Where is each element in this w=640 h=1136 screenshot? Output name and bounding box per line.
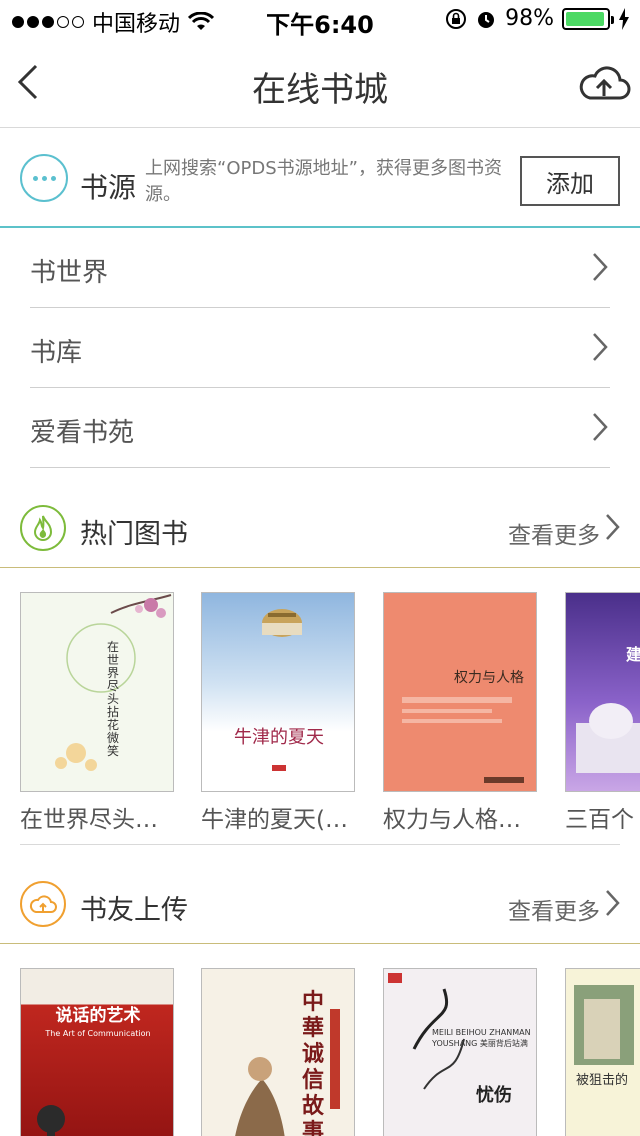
list-item-shuku[interactable]: 书库 — [30, 308, 610, 388]
book-source-panel: 书源 上网搜索“OPDS书源地址”，获得更多图书资源。 添加 — [0, 128, 640, 228]
chevron-right-icon — [593, 333, 608, 361]
flame-icon — [20, 505, 66, 551]
user-upload-header: 书友上传 查看更多 — [0, 864, 640, 944]
book-card[interactable]: 说话的艺术 The Art of Communication — [20, 968, 174, 1136]
chevron-right-icon — [593, 253, 608, 281]
book-cover-title: 牛津的夏天 — [234, 727, 324, 748]
hot-books-row: 在世界尽头 拈花微笑 在世界尽头… 牛津的夏天 牛津的夏天(… 权力与人格 权力… — [0, 592, 640, 842]
page-title: 在线书城 — [252, 70, 388, 110]
book-cover[interactable]: 权力与人格 — [383, 592, 537, 792]
book-title: 三百个 — [565, 807, 634, 833]
list-item-label: 书库 — [30, 338, 83, 368]
book-card[interactable]: MEILI BEIHOU ZHANMAN YOUSHANG 美丽背后站满 忧伤 — [383, 968, 537, 1136]
book-cover-title: 权力与人格 — [454, 670, 524, 686]
list-item-aikanshuyuan[interactable]: 爱看书苑 — [30, 388, 610, 468]
book-cover[interactable]: MEILI BEIHOU ZHANMAN YOUSHANG 美丽背后站满 忧伤 — [383, 968, 537, 1136]
orientation-lock-icon — [446, 8, 467, 29]
cloud-upload-icon — [20, 881, 66, 927]
source-description: 上网搜索“OPDS书源地址”，获得更多图书资源。 — [145, 158, 502, 205]
book-cover[interactable]: 建 — [565, 592, 640, 792]
book-cover-title: 被狙击的 — [576, 1073, 629, 1088]
book-title: 权力与人格… — [383, 807, 521, 833]
add-source-button[interactable]: 添加 — [520, 156, 620, 206]
section-title: 热门图书 — [80, 519, 188, 550]
alarm-icon — [478, 11, 495, 28]
see-more-link[interactable]: 查看更多 — [508, 892, 600, 926]
chevron-right-icon[interactable] — [604, 888, 622, 918]
nav-bar: 在线书城 — [0, 40, 640, 128]
more-dots-icon — [20, 154, 68, 202]
book-card[interactable]: 被狙击的 — [565, 968, 640, 1136]
cloud-upload-button[interactable] — [576, 62, 632, 102]
book-cover[interactable]: 被狙击的 — [565, 968, 640, 1136]
upload-books-row: 说话的艺术 The Art of Communication 中華 诚信 故事 — [0, 968, 640, 1136]
book-card[interactable]: 建 三百个 — [565, 592, 640, 842]
book-title: 牛津的夏天(… — [201, 807, 348, 833]
source-title: 书源 — [80, 171, 137, 204]
list-item-label: 爱看书苑 — [30, 418, 135, 448]
book-cover-title: 在世界尽头 拈花微笑 — [107, 640, 120, 758]
list-item-shushijie[interactable]: 书世界 — [30, 228, 610, 308]
chevron-right-icon[interactable] — [604, 512, 622, 542]
book-cover-title: 忧伤 — [476, 1085, 512, 1106]
status-right: 98% — [445, 6, 630, 31]
book-cover[interactable]: 说话的艺术 The Art of Communication — [20, 968, 174, 1136]
book-title: 在世界尽头… — [20, 807, 158, 833]
charging-icon — [619, 7, 629, 30]
section-title: 书友上传 — [80, 895, 188, 926]
hot-books-header: 热门图书 查看更多 — [0, 488, 640, 568]
book-card[interactable]: 在世界尽头 拈花微笑 在世界尽头… — [20, 592, 174, 842]
book-cover-subtitle: MEILI BEIHOU ZHANMAN YOUSHANG 美丽背后站满 — [432, 1028, 531, 1048]
list-item-label: 书世界 — [30, 258, 109, 288]
book-card[interactable]: 中華 诚信 故事 — [201, 968, 355, 1136]
book-cover[interactable]: 牛津的夏天 — [201, 592, 355, 792]
cloud-upload-icon — [579, 66, 631, 100]
chevron-right-icon — [593, 413, 608, 441]
see-more-link[interactable]: 查看更多 — [508, 516, 600, 550]
battery-icon — [562, 7, 614, 30]
book-card[interactable]: 牛津的夏天 牛津的夏天(… — [201, 592, 355, 842]
status-bar: 中国移动 下午6:40 98% — [0, 0, 640, 40]
battery-percent: 98% — [505, 6, 554, 31]
section-divider — [20, 844, 620, 845]
book-cover-title: 建 — [626, 641, 640, 665]
book-cover-title: 中華 诚信 故事 — [302, 989, 325, 1136]
book-cover[interactable]: 在世界尽头 拈花微笑 — [20, 592, 174, 792]
book-cover[interactable]: 中華 诚信 故事 — [201, 968, 355, 1136]
book-card[interactable]: 权力与人格 权力与人格… — [383, 592, 537, 842]
